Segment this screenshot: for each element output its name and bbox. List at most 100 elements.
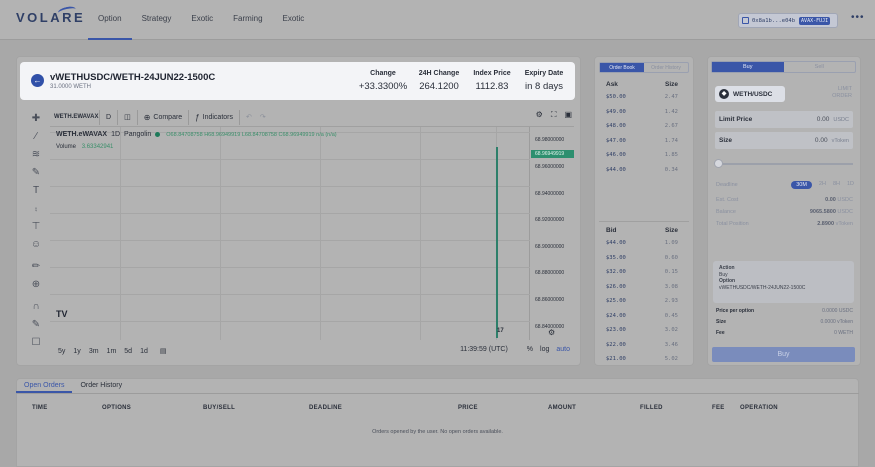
legend-interval: 1D <box>111 131 121 138</box>
column-header[interactable]: BUY/SELL <box>203 405 235 411</box>
price-tick-label: 68.88000000 <box>535 270 565 277</box>
bid-row[interactable]: $23.00 3.02 <box>606 324 678 337</box>
column-header[interactable]: TIME <box>32 405 48 411</box>
trend-line-icon[interactable]: ∕ <box>26 128 46 146</box>
range-3m[interactable]: 3m <box>89 348 99 355</box>
ask-row[interactable]: $44.00 0.34 <box>606 164 678 177</box>
lock-drawing-icon[interactable]: ✎ <box>26 316 46 334</box>
time-axis-label: 17 <box>497 328 504 334</box>
range-1y[interactable]: 1y <box>73 348 80 355</box>
magnet-icon[interactable]: ∩ <box>26 298 46 316</box>
interval-button[interactable]: D <box>100 109 119 125</box>
bid-row[interactable]: $24.00 0.45 <box>606 310 678 323</box>
tab-open-orders[interactable]: Open Orders <box>16 379 73 393</box>
percent-scale[interactable]: % <box>527 346 533 353</box>
wallet-button[interactable]: 0x8a1b...e04b AVAX-FUJI <box>738 13 838 28</box>
deadline-1d[interactable]: 1D <box>847 181 854 189</box>
range-1d[interactable]: 1d <box>140 348 148 355</box>
column-header[interactable]: DEADLINE <box>309 405 342 411</box>
size-input[interactable]: 0.00 <box>815 137 828 144</box>
lock-icon[interactable]: ☐ <box>26 334 46 352</box>
bid-row[interactable]: $21.00 5.02 <box>606 353 678 366</box>
nav-option[interactable]: Option <box>88 0 132 40</box>
price-axis[interactable]: 68.98000000 68.96000000 68.94000000 68.9200… <box>531 127 575 340</box>
function-icon: ƒ <box>195 112 200 122</box>
date-range-icon[interactable]: ▤ <box>160 347 167 355</box>
redo-icon[interactable]: ↷ <box>258 110 268 125</box>
settings-gear-icon[interactable]: ⚙ <box>536 110 543 120</box>
bid-row[interactable]: $25.00 2.93 <box>606 295 678 308</box>
price-tick-label: 68.98000000 <box>535 137 565 144</box>
tradingview-logo-icon[interactable]: TV <box>56 309 68 319</box>
deadline-30m[interactable]: 30M <box>791 181 812 189</box>
log-scale[interactable]: log <box>540 346 549 353</box>
candle-style-icon[interactable]: ◫ <box>118 109 138 125</box>
ask-row[interactable]: $50.00 2.47 <box>606 91 678 104</box>
size-slider-handle[interactable] <box>714 159 723 168</box>
ask-row[interactable]: $47.00 1.74 <box>606 135 678 148</box>
fib-tool-icon[interactable]: ≋ <box>26 146 46 164</box>
column-header[interactable]: OPTIONS <box>102 405 131 411</box>
order-type-label[interactable]: LIMIT ORDER <box>822 86 852 100</box>
ask-row[interactable]: $49.00 1.42 <box>606 106 678 119</box>
buy-button[interactable]: Buy <box>712 347 855 362</box>
tab-order-book[interactable]: Order Book <box>600 63 644 72</box>
ask-row[interactable]: $46.00 1.85 <box>606 149 678 162</box>
column-header[interactable]: FILLED <box>640 405 663 411</box>
limit-price-input[interactable]: 0.00 <box>817 116 830 123</box>
deadline-2h[interactable]: 2H <box>819 181 826 189</box>
tab-order-history[interactable]: Order History <box>644 63 688 72</box>
measure-icon[interactable]: ⊤ <box>26 218 46 236</box>
compare-button[interactable]: ⊕ Compare <box>138 109 190 125</box>
utc-time[interactable]: 11:39:59 (UTC) <box>460 346 508 353</box>
asset-selector[interactable]: ◆ WETH/USDC <box>715 86 785 102</box>
limit-price-field[interactable]: Limit Price 0.00 USDC <box>715 111 853 128</box>
ruler-icon[interactable]: ✏ <box>26 258 46 276</box>
size-field[interactable]: Size 0.00 vToken <box>715 132 853 149</box>
nav-farming[interactable]: Farming <box>223 0 272 40</box>
nav-exotic-2[interactable]: Exotic <box>273 0 315 40</box>
undo-icon[interactable]: ↶ <box>240 110 258 125</box>
range-5y[interactable]: 5y <box>58 348 65 355</box>
range-1m[interactable]: 1m <box>107 348 117 355</box>
more-options-icon[interactable]: ••• <box>851 12 865 23</box>
column-header[interactable]: FEE <box>712 405 725 411</box>
column-header[interactable]: OPERATION <box>740 405 778 411</box>
indicators-button[interactable]: ƒ Indicators <box>189 109 240 125</box>
text-tool-icon[interactable]: T <box>26 182 46 200</box>
order-summary-row: Price per option 0.0000 USDC <box>716 308 853 314</box>
zoom-in-icon[interactable]: ⊕ <box>26 276 46 294</box>
emoji-icon[interactable]: ☺ <box>26 236 46 254</box>
bid-row[interactable]: $26.00 3.08 <box>606 281 678 294</box>
book-price: $47.00 <box>606 137 626 144</box>
tab-buy[interactable]: Buy <box>712 62 784 72</box>
fullscreen-icon[interactable]: ⛶ <box>551 110 557 120</box>
crosshair-icon[interactable]: ✚ <box>26 110 46 128</box>
brush-icon[interactable]: ✎ <box>26 164 46 182</box>
column-header[interactable]: PRICE <box>458 405 478 411</box>
tab-sell[interactable]: Sell <box>784 62 856 72</box>
deadline-8h[interactable]: 8H <box>833 181 840 189</box>
nav-exotic[interactable]: Exotic <box>181 0 223 40</box>
range-5d[interactable]: 5d <box>124 348 132 355</box>
bid-row[interactable]: $32.00 0.15 <box>606 266 678 279</box>
chart-toolbar: WETH.EWAVAX D ◫ ⊕ Compare ƒ Indicators ↶… <box>50 108 574 127</box>
symbol-search[interactable]: WETH.EWAVAX <box>50 109 100 125</box>
price-chart[interactable]: WETH.eWAVAX 1D Pangolin O68.84708758 H68… <box>50 127 530 340</box>
nav-strategy[interactable]: Strategy <box>132 0 182 40</box>
bid-row[interactable]: $44.00 1.09 <box>606 237 678 250</box>
compare-label: Compare <box>153 113 183 121</box>
ask-row[interactable]: $48.00 2.67 <box>606 120 678 133</box>
bid-row[interactable]: $22.00 3.46 <box>606 339 678 352</box>
back-arrow-icon[interactable]: ← <box>31 74 44 87</box>
column-header[interactable]: AMOUNT <box>548 405 576 411</box>
pattern-icon[interactable]: ⨾ <box>26 200 46 218</box>
summary-key: Fee <box>716 330 725 336</box>
order-summary-row: Size 0.0000 vToken <box>716 319 853 325</box>
size-slider-track[interactable] <box>716 163 853 165</box>
auto-scale[interactable]: auto <box>556 346 570 353</box>
axis-settings-icon[interactable]: ⚙ <box>548 328 555 337</box>
bid-row[interactable]: $35.00 0.60 <box>606 252 678 265</box>
camera-icon[interactable]: ▣ <box>564 110 572 120</box>
tab-order-history-bottom[interactable]: Order History <box>72 379 130 393</box>
